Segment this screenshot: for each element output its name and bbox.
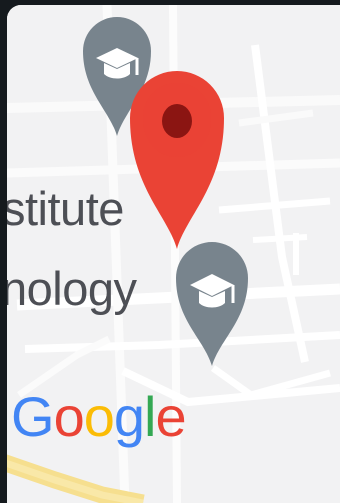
school-marker-bottom[interactable] xyxy=(172,230,252,369)
selected-location-marker[interactable] xyxy=(125,62,229,252)
google-attribution-logo[interactable]: Google xyxy=(11,389,187,445)
google-letter-g: g xyxy=(113,385,145,448)
red-location-pin-icon xyxy=(162,104,192,138)
map-view[interactable]: stitute nology Google xyxy=(7,5,340,503)
google-letter-o: o xyxy=(53,385,85,448)
google-letter-o: o xyxy=(83,385,115,448)
place-label-line-2: nology xyxy=(7,262,137,315)
google-letter-l: l xyxy=(144,385,156,448)
google-letter-e: e xyxy=(155,385,186,448)
road xyxy=(252,234,308,243)
map-screen: stitute nology Google xyxy=(0,0,340,503)
place-label-line-1: stitute xyxy=(7,182,124,235)
google-letter-g: G xyxy=(11,385,55,448)
